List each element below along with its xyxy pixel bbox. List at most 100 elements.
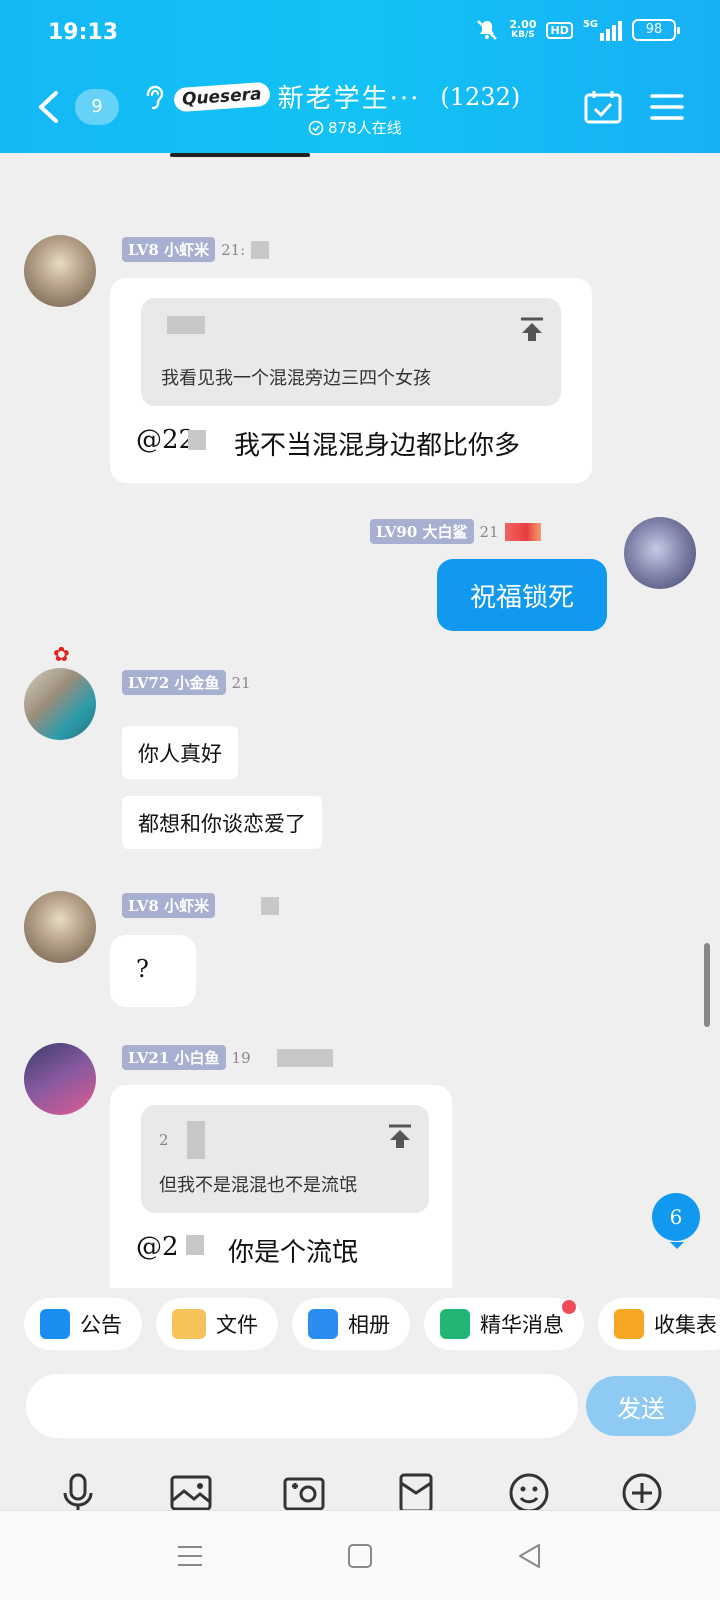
message-text: 你是个流氓 xyxy=(228,1238,359,1268)
shortcut-forms[interactable]: 收集表 xyxy=(598,1298,720,1350)
redaction-mark xyxy=(186,1235,204,1255)
redaction-mark xyxy=(261,896,280,915)
signal-icon: 5G xyxy=(583,19,622,41)
message-composer: 发送 xyxy=(0,1360,720,1460)
sent-message-bubble[interactable]: 祝福锁死 xyxy=(437,559,607,631)
sender-meta: LV8 小虾米 21: xyxy=(122,237,270,262)
level-badge: LV90 大白鲨 xyxy=(370,519,474,544)
highlight-icon xyxy=(440,1309,470,1339)
level-badge: LV8 小虾米 xyxy=(122,237,216,262)
back-icon[interactable] xyxy=(515,1541,545,1571)
announcement-icon xyxy=(40,1309,70,1339)
mention[interactable]: @22 xyxy=(136,425,195,455)
avatar[interactable] xyxy=(24,235,96,307)
message-bubble[interactable]: ? xyxy=(110,935,196,1007)
avatar[interactable] xyxy=(624,517,696,589)
shortcut-label: 相册 xyxy=(348,1313,390,1337)
redaction-mark xyxy=(504,522,541,541)
unread-count-badge[interactable]: 9 xyxy=(75,89,119,125)
message-bubble[interactable]: 都想和你谈恋爱了 xyxy=(122,796,322,849)
avatar[interactable] xyxy=(24,668,96,740)
message-time: 21 xyxy=(231,673,251,692)
new-message-count-badge[interactable]: 6 xyxy=(652,1193,700,1249)
quoted-author: 2 xyxy=(159,1131,169,1149)
level-text: LV90 xyxy=(376,523,418,541)
online-status: 878人在线 xyxy=(308,117,402,138)
shortcut-files[interactable]: 文件 xyxy=(156,1298,278,1350)
member-count: (1232) xyxy=(440,82,521,111)
scrollbar[interactable] xyxy=(704,943,710,1027)
shortcut-album[interactable]: 相册 xyxy=(292,1298,410,1350)
redaction-mark xyxy=(167,316,205,334)
menu-icon[interactable] xyxy=(650,92,684,122)
shortcut-label: 公告 xyxy=(80,1313,122,1337)
redaction-mark xyxy=(187,1121,205,1159)
shortcut-announcement[interactable]: 公告 xyxy=(24,1298,142,1350)
redaction-mark xyxy=(276,1048,333,1067)
chat-header: 19:13 2.00 KB/S HD 5G 98 9 Quesera 新老学生·… xyxy=(0,0,720,153)
form-icon xyxy=(614,1309,644,1339)
group-shortcuts: 公告 文件 相册 精华消息 收集表 xyxy=(0,1288,720,1360)
mention[interactable]: @2 xyxy=(136,1232,179,1262)
album-icon xyxy=(308,1309,338,1339)
sender-meta: LV21 小白鱼 19 xyxy=(122,1045,333,1070)
status-icons: 2.00 KB/S HD 5G 98 xyxy=(475,18,680,42)
send-button[interactable]: 发送 xyxy=(586,1376,696,1436)
nickname: 小虾米 xyxy=(164,897,210,915)
nickname: 小虾米 xyxy=(164,241,210,259)
online-count: 878人在线 xyxy=(328,119,402,137)
quoted-text: 我看见我一个混混旁边三四个女孩 xyxy=(161,368,431,389)
nickname: 小白鱼 xyxy=(174,1049,220,1067)
jump-to-top-icon[interactable] xyxy=(519,316,545,342)
shortcut-highlights[interactable]: 精华消息 xyxy=(424,1298,584,1350)
shortcut-label: 收集表 xyxy=(654,1313,717,1337)
hd-badge: HD xyxy=(546,21,573,39)
sender-meta: LV8 小虾米 xyxy=(122,893,280,918)
level-text: LV8 xyxy=(128,241,159,259)
reply-bubble[interactable]: 2 但我不是混混也不是流氓 @2 你是个流氓 xyxy=(110,1085,452,1288)
message-bubble[interactable]: 你人真好 xyxy=(122,726,238,779)
level-text: LV21 xyxy=(128,1049,170,1067)
message-time: 19 xyxy=(231,1048,251,1067)
system-navigation-bar xyxy=(0,1510,720,1600)
level-text: LV8 xyxy=(128,897,159,915)
folder-icon xyxy=(172,1309,206,1339)
redaction-mark xyxy=(170,153,310,157)
calendar-check-icon[interactable] xyxy=(584,90,622,124)
speed-unit: KB/S xyxy=(511,30,535,40)
quoted-message[interactable]: 2 但我不是混混也不是流氓 xyxy=(141,1105,429,1213)
level-badge: LV8 小虾米 xyxy=(122,893,216,918)
level-text: LV72 xyxy=(128,674,170,692)
message-time: 21: xyxy=(221,240,246,259)
redaction-mark xyxy=(251,240,270,259)
group-logo: Quesera xyxy=(173,81,271,112)
online-check-icon xyxy=(308,120,324,135)
network-speed: 2.00 KB/S xyxy=(509,19,536,41)
shortcut-label: 文件 xyxy=(216,1313,258,1337)
flower-decoration-icon: ✿ xyxy=(53,642,70,666)
notification-dot xyxy=(562,1300,576,1314)
sender-meta: LV72 小金鱼 21 xyxy=(122,670,251,695)
avatar[interactable] xyxy=(24,1043,96,1115)
quoted-message[interactable]: 我看见我一个混混旁边三四个女孩 xyxy=(141,298,561,406)
avatar[interactable] xyxy=(24,891,96,963)
reply-bubble[interactable]: 我看见我一个混混旁边三四个女孩 @22 我不当混混身边都比你多 xyxy=(110,278,592,483)
chat-message-list[interactable]: LV8 小虾米 21: 我看见我一个混混旁边三四个女孩 @22 我不当混混身边都… xyxy=(0,153,720,1288)
message-input[interactable] xyxy=(26,1374,578,1438)
status-time: 19:13 xyxy=(48,20,119,45)
message-text: ? xyxy=(136,955,149,983)
group-title[interactable]: Quesera 新老学生··· (1232) xyxy=(142,78,520,115)
status-bar: 19:13 2.00 KB/S HD 5G 98 xyxy=(0,14,720,50)
message-time: 21 xyxy=(479,522,499,541)
quoted-text: 但我不是混混也不是流氓 xyxy=(159,1175,357,1196)
level-badge: LV72 小金鱼 xyxy=(122,670,226,695)
redaction-mark xyxy=(188,430,206,450)
back-arrow-icon[interactable] xyxy=(36,90,60,124)
jump-to-top-icon[interactable] xyxy=(387,1123,413,1149)
home-icon[interactable] xyxy=(345,1541,375,1571)
nickname: 小金鱼 xyxy=(174,674,220,692)
network-type: 5G xyxy=(582,19,598,30)
recent-apps-icon[interactable] xyxy=(175,1541,205,1571)
shortcut-label: 精华消息 xyxy=(480,1313,564,1337)
nickname: 大白鲨 xyxy=(422,523,468,541)
